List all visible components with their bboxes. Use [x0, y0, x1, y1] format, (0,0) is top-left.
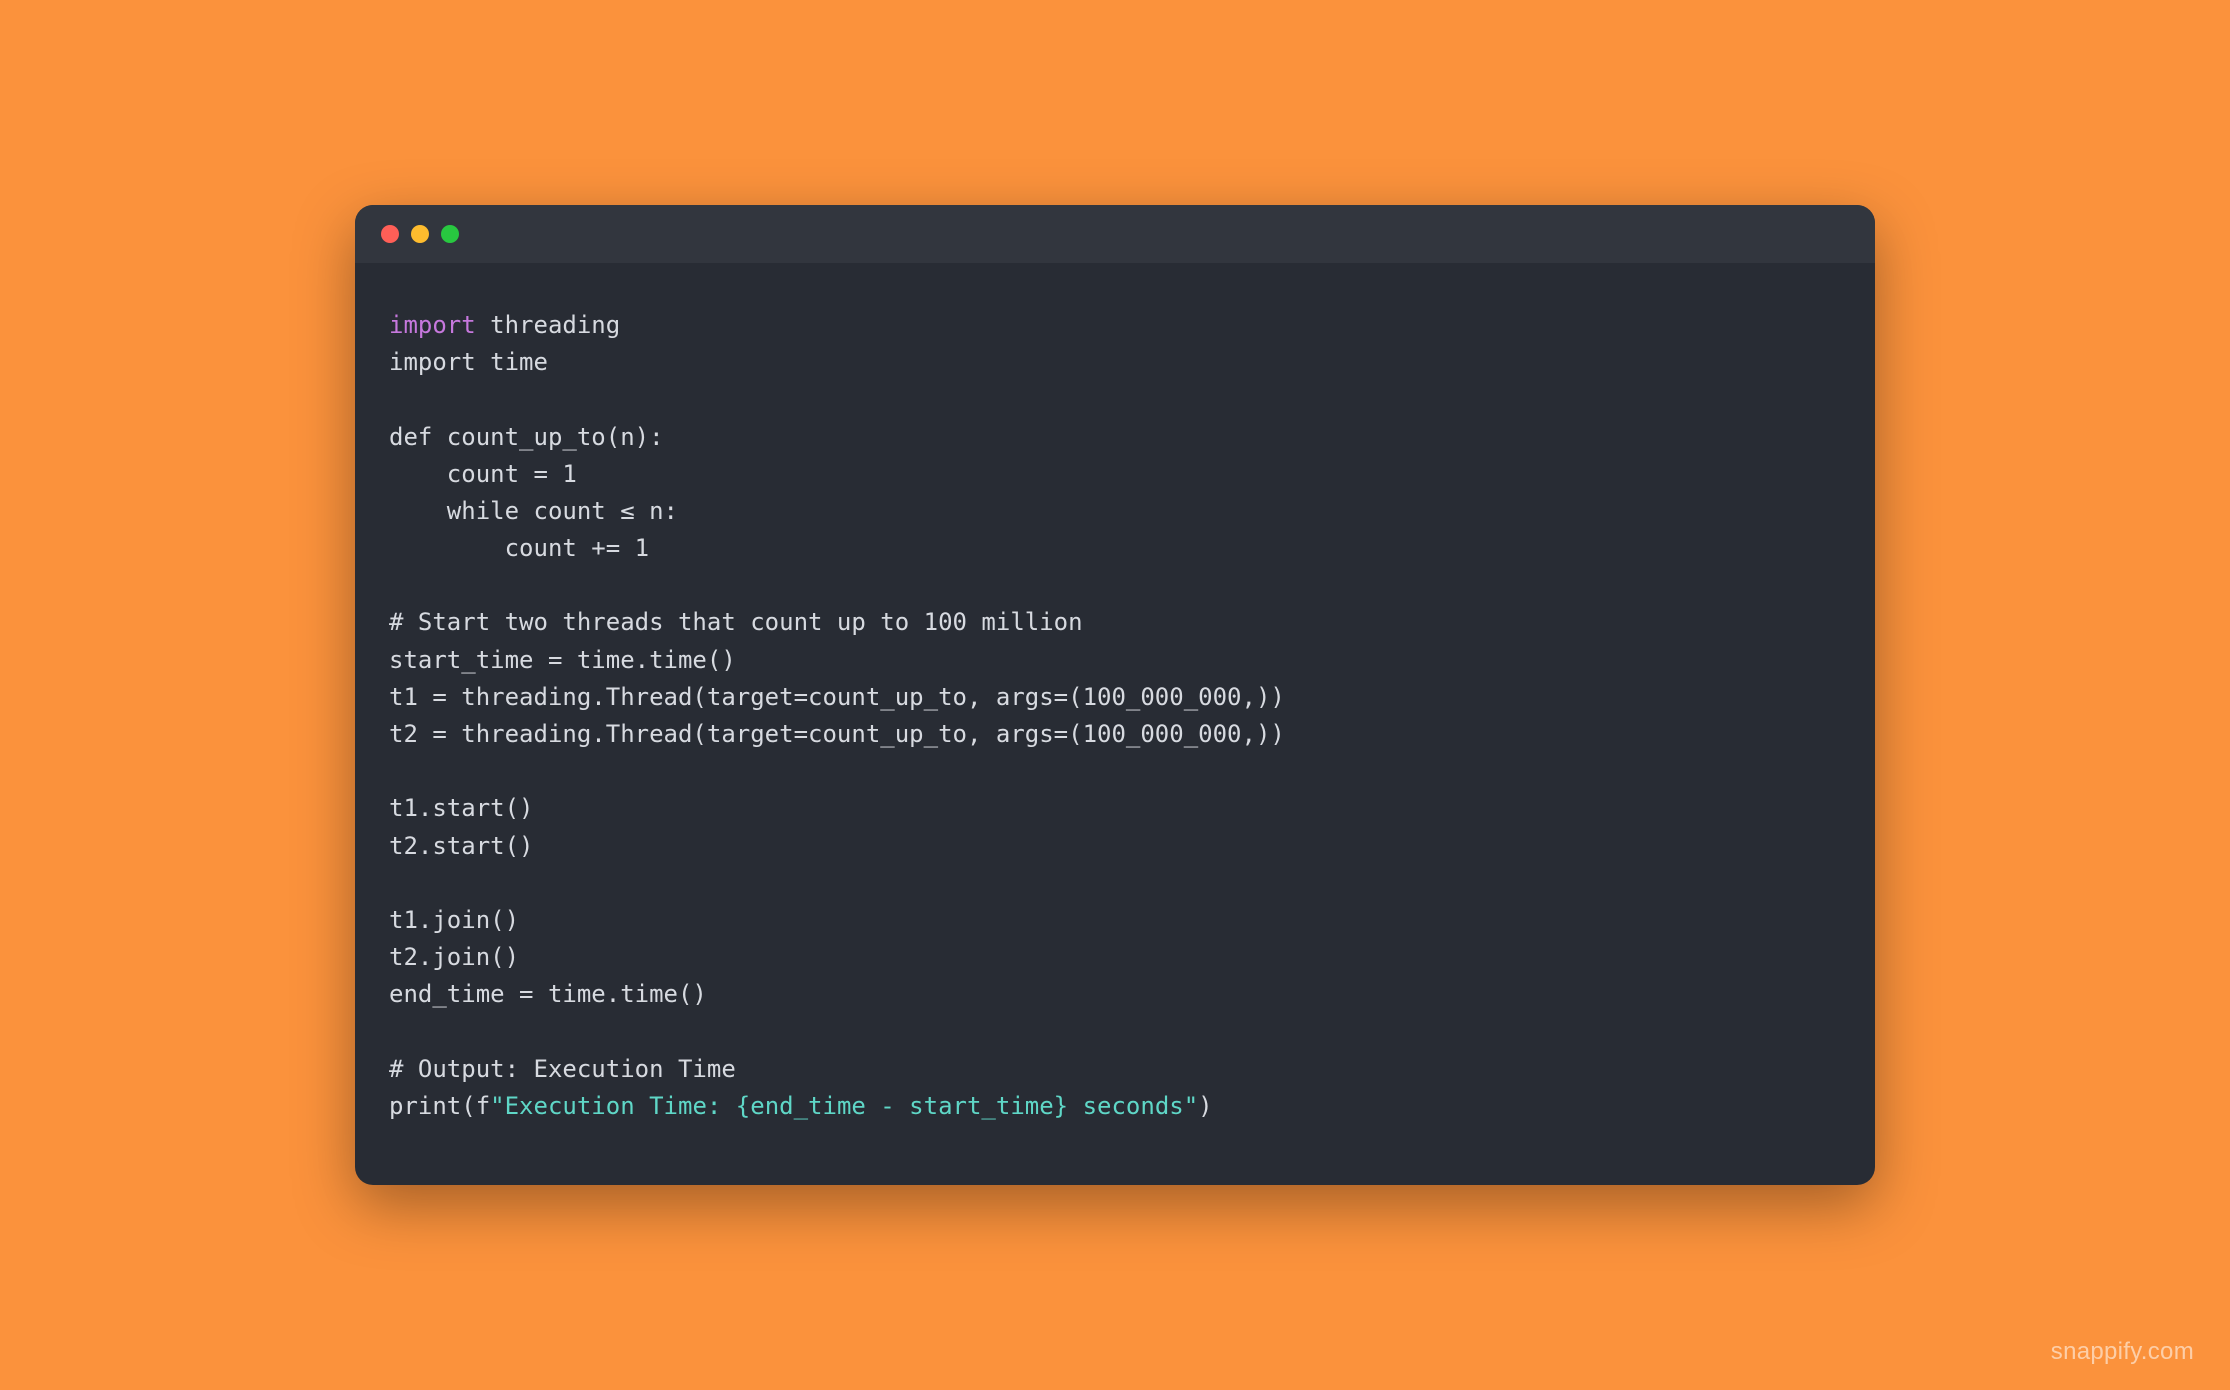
code-token: t2.start() — [389, 832, 534, 860]
code-token: count += 1 — [389, 534, 649, 562]
code-token: count = 1 — [389, 460, 577, 488]
code-token: t2 = threading.Thread(target=count_up_to… — [389, 720, 1285, 748]
code-block: import threading import time def count_u… — [389, 307, 1841, 1125]
watermark: snappify.com — [2051, 1338, 2194, 1366]
code-token: import time — [389, 348, 548, 376]
code-token: # Output: Execution Time — [389, 1055, 736, 1083]
code-area: import threading import time def count_u… — [355, 263, 1875, 1185]
code-token: start_time = time.time() — [389, 646, 736, 674]
code-token: def count_up_to(n): — [389, 423, 664, 451]
code-token: t2.join() — [389, 943, 519, 971]
zoom-icon[interactable] — [441, 225, 459, 243]
code-token: print(f — [389, 1092, 490, 1120]
code-token: import — [389, 311, 476, 339]
code-token: # Start two threads that count up to 100… — [389, 608, 1083, 636]
close-icon[interactable] — [381, 225, 399, 243]
code-token: end_time = time.time() — [389, 980, 707, 1008]
minimize-icon[interactable] — [411, 225, 429, 243]
code-token: t1 = threading.Thread(target=count_up_to… — [389, 683, 1285, 711]
code-token: ) — [1198, 1092, 1212, 1120]
code-token: "Execution Time: {end_time - start_time}… — [490, 1092, 1198, 1120]
code-token: t1.join() — [389, 906, 519, 934]
window-titlebar — [355, 205, 1875, 263]
code-token: t1.start() — [389, 794, 534, 822]
code-token: threading — [476, 311, 621, 339]
code-token: while count ≤ n: — [389, 497, 678, 525]
code-window: import threading import time def count_u… — [355, 205, 1875, 1185]
